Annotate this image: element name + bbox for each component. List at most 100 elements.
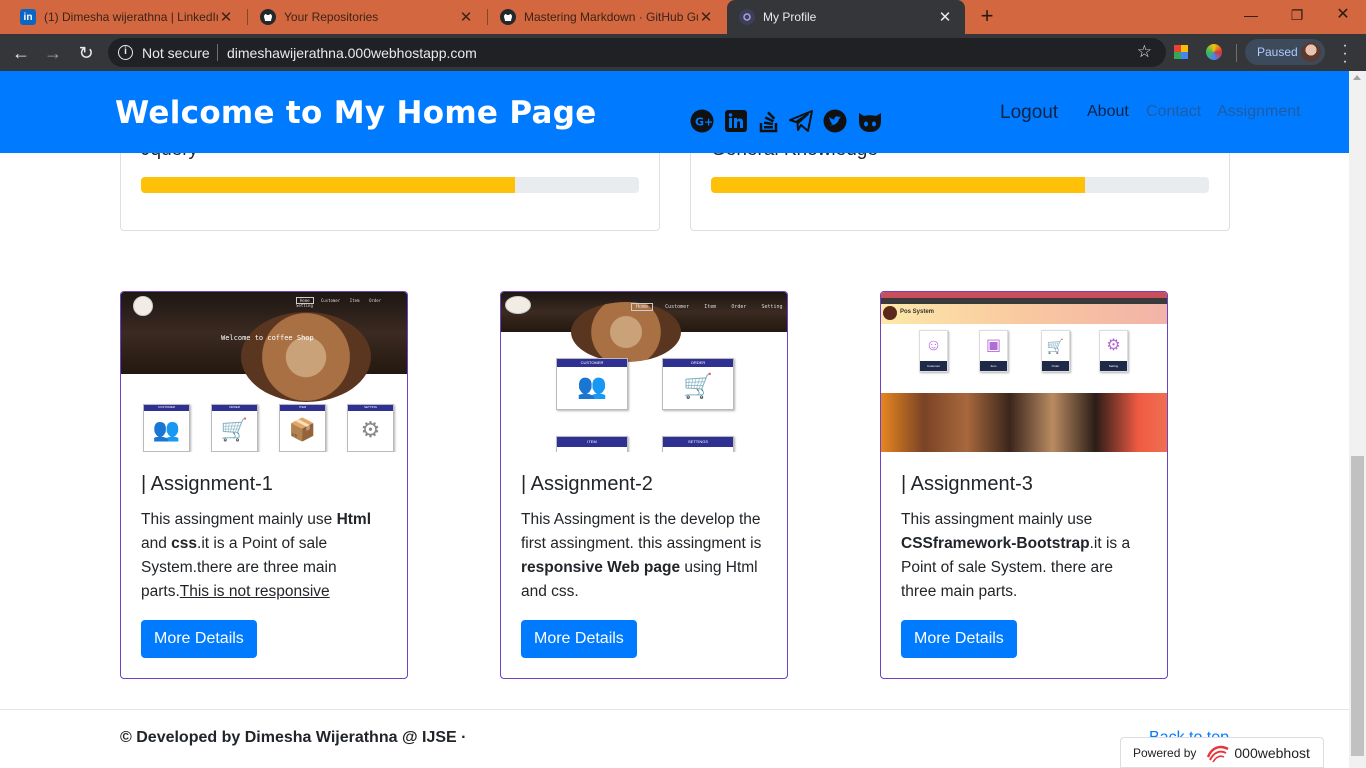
toolbar-divider: [1236, 44, 1237, 62]
google-plus-icon[interactable]: G+: [690, 109, 714, 133]
close-icon[interactable]: ✕: [937, 8, 953, 26]
extension-icon[interactable]: [1174, 45, 1188, 59]
url-text[interactable]: dimeshawijerathna.000webhostapp.com: [227, 45, 477, 61]
thumbnail-menu: Home Customer Item Order Setting: [296, 297, 382, 308]
users-icon: 👥: [577, 373, 607, 400]
card-body: | Assignment-3 This assingment mainly us…: [901, 472, 1151, 604]
tab-my-profile[interactable]: My Profile ✕: [727, 0, 965, 34]
close-window-icon[interactable]: ✕: [1320, 0, 1366, 30]
tab-title: (1) Dimesha wijerathna | LinkedIn: [44, 10, 218, 24]
page-title[interactable]: Welcome to My Home Page: [115, 95, 597, 131]
browser-toolbar: ← → ↻ i Not secure dimeshawijerathna.000…: [0, 34, 1366, 71]
thumbnail-menu: Home Customer Item Order Setting: [631, 303, 783, 311]
box-icon: 📦: [288, 417, 317, 442]
reload-icon[interactable]: ↻: [73, 40, 99, 66]
thumbnail-card: ITEM 📦: [279, 404, 326, 452]
github-icon[interactable]: [857, 109, 883, 133]
tab-your-repositories[interactable]: Your Repositories ✕: [248, 0, 486, 34]
tab-title: My Profile: [763, 10, 817, 24]
assignment-thumbnail[interactable]: Home Customer Item Order Setting CUSTOME…: [501, 292, 787, 452]
page-scrollbar[interactable]: [1349, 71, 1366, 768]
tab-title: Mastering Markdown · GitHub Gu: [524, 10, 698, 24]
close-icon[interactable]: ✕: [218, 8, 234, 26]
bookmark-star-icon[interactable]: ☆: [1137, 42, 1152, 62]
assignment-thumbnail[interactable]: Pos System ☺ Customer ▣ Item 🛒 Order ⚙ S…: [881, 292, 1167, 452]
thumbnail-card: ORDER 🛒: [211, 404, 258, 452]
card-text: This Assingment is the develop the first…: [521, 511, 762, 600]
users-icon: 👥: [152, 417, 181, 442]
thumbnail-card: ☺ Customer: [919, 330, 948, 372]
card-title: | Assignment-3: [901, 473, 1033, 495]
thumbnail-menu-panel: ☺ Customer ▣ Item 🛒 Order ⚙ Setting: [881, 324, 1167, 394]
thumbnail-banner-image: [881, 393, 1167, 452]
scroll-up-arrow-icon[interactable]: [1353, 75, 1361, 80]
scrollbar-thumb[interactable]: [1351, 456, 1364, 756]
profile-status: Paused: [1257, 45, 1298, 59]
stackoverflow-icon[interactable]: [757, 109, 781, 133]
more-details-button[interactable]: More Details: [901, 620, 1017, 658]
thumbnail-card: ITEM: [556, 436, 628, 452]
info-icon[interactable]: i: [118, 45, 133, 60]
page-viewport: Jquery General Knowledge Welcome to My H…: [0, 71, 1349, 768]
profile-button[interactable]: Paused: [1245, 39, 1325, 65]
thumbnail-card: SETTING ⚙: [347, 404, 394, 452]
thumbnail-card: ORDER 🛒: [662, 358, 734, 410]
progress-bar-fill: [711, 177, 1085, 193]
tab-title: Your Repositories: [284, 10, 379, 24]
browser-tabbar: in (1) Dimesha wijerathna | LinkedIn ✕ Y…: [0, 0, 1366, 34]
progress-bar-track: [141, 177, 639, 193]
menu-dots-icon[interactable]: · · ·: [1340, 38, 1350, 70]
site-icon: [739, 9, 755, 25]
assignment-link[interactable]: Assignment: [1217, 103, 1301, 121]
assignment-card: Home Customer Item Order Setting CUSTOME…: [500, 291, 788, 679]
restore-icon[interactable]: ❐: [1274, 0, 1320, 30]
thumbnail-card: ⚙ Setting: [1099, 330, 1128, 372]
assignment-card: Home Customer Item Order Setting Welcome…: [120, 291, 408, 679]
thumbnail-navbar: Pos System: [881, 304, 1167, 324]
host-name: 000webhost: [1234, 744, 1310, 761]
omnibox-divider: [217, 44, 218, 61]
footer-text: © Developed by Dimesha Wijerathna @ IJSE…: [120, 729, 467, 746]
thumbnail-card: SETTINGS: [662, 436, 734, 452]
close-icon[interactable]: ✕: [698, 8, 714, 26]
card-text: This assingment mainly use CSSframework-…: [901, 511, 1131, 600]
github-icon: [260, 9, 276, 25]
tab-linkedin[interactable]: in (1) Dimesha wijerathna | LinkedIn ✕: [8, 0, 246, 34]
powered-by-badge[interactable]: Powered by 000webhost: [1120, 737, 1324, 768]
minimize-icon[interactable]: —: [1228, 0, 1274, 30]
address-bar[interactable]: i Not secure dimeshawijerathna.000webhos…: [108, 38, 1166, 67]
thumbnail-header: Home Customer Item Order Setting Welcome…: [121, 292, 407, 402]
color-picker-extension-icon[interactable]: [1206, 44, 1222, 60]
thumbnail-card: ▣ Item: [979, 330, 1008, 372]
svg-text:G+: G+: [695, 116, 713, 129]
thumbnail-card: 🛒 Order: [1041, 330, 1070, 372]
back-arrow-icon[interactable]: ←: [8, 40, 34, 66]
thumbnail-card: CUSTOMER 👥: [556, 358, 628, 410]
about-link[interactable]: About: [1087, 103, 1129, 121]
more-details-button[interactable]: More Details: [141, 620, 257, 658]
linkedin-icon[interactable]: [724, 109, 748, 133]
assignment-thumbnail[interactable]: Home Customer Item Order Setting Welcome…: [121, 292, 407, 452]
telegram-icon[interactable]: [789, 109, 813, 133]
twitter-icon[interactable]: [823, 109, 847, 133]
contact-link[interactable]: Contact: [1146, 103, 1201, 121]
site-navbar: Welcome to My Home Page G+ Logout About …: [0, 71, 1349, 153]
000webhost-logo-icon: [1207, 745, 1229, 762]
assignment-card: Pos System ☺ Customer ▣ Item 🛒 Order ⚙ S…: [880, 291, 1168, 679]
github-icon: [500, 9, 516, 25]
tab-mastering-markdown[interactable]: Mastering Markdown · GitHub Gu ✕: [488, 0, 726, 34]
thumbnail-welcome: Welcome to coffee Shop: [221, 334, 314, 342]
more-details-button[interactable]: More Details: [521, 620, 637, 658]
new-tab-button[interactable]: +: [975, 5, 999, 29]
security-label[interactable]: Not secure: [142, 45, 210, 61]
forward-arrow-icon[interactable]: →: [40, 40, 66, 66]
card-title: | Assignment-2: [521, 473, 653, 495]
card-title: | Assignment-1: [141, 473, 273, 495]
close-icon[interactable]: ✕: [458, 8, 474, 26]
card-body: | Assignment-1 This assingment mainly us…: [141, 472, 391, 604]
logout-link[interactable]: Logout: [1000, 102, 1058, 124]
progress-bar-fill: [141, 177, 515, 193]
thumbnail-card: CUSTOMER 👥: [143, 404, 190, 452]
linkedin-icon: in: [20, 9, 36, 25]
cart-icon: 🛒: [683, 373, 713, 400]
